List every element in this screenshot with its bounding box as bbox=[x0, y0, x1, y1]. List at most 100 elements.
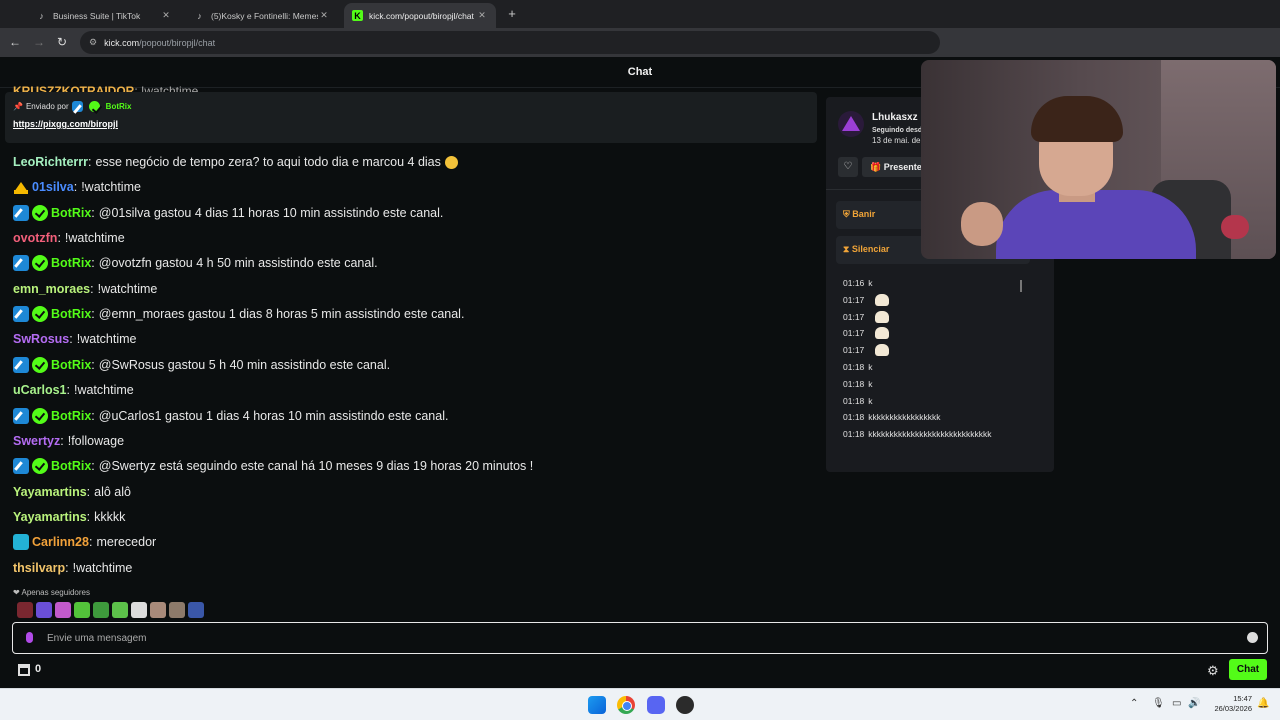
bot-badge-icon[interactable] bbox=[13, 255, 29, 272]
history-time: 01:17 bbox=[843, 294, 865, 305]
chat-username[interactable]: Yayamartins bbox=[13, 510, 87, 524]
history-text: k bbox=[868, 362, 873, 372]
chat-username[interactable]: BotRix bbox=[51, 307, 91, 321]
history-time: 01:18 bbox=[843, 378, 865, 389]
emote-icon[interactable] bbox=[131, 602, 147, 618]
chat-username[interactable]: BotRix bbox=[51, 206, 91, 220]
bot-badge-icon[interactable] bbox=[13, 306, 29, 323]
verified-badge-icon[interactable] bbox=[32, 356, 48, 373]
message-text: !watchtime bbox=[97, 281, 158, 296]
username-separator: : bbox=[86, 509, 91, 524]
chevron-up-icon[interactable]: ⌃ bbox=[1130, 698, 1138, 709]
timeout-label-text: Silenciar bbox=[851, 244, 890, 254]
history-line: 01:17 bbox=[843, 310, 890, 324]
bot-badge-icon[interactable] bbox=[13, 204, 29, 221]
pinned-by-label: Enviado por bbox=[25, 102, 69, 111]
chat-username[interactable]: ovotzfn bbox=[13, 231, 57, 245]
microphone-icon[interactable] bbox=[26, 632, 33, 643]
emote-icon[interactable] bbox=[169, 602, 185, 618]
history-line: 01:18 k bbox=[843, 360, 873, 374]
history-line: 01:18 k bbox=[843, 377, 873, 391]
chat-username[interactable]: Carlinn28 bbox=[32, 535, 89, 549]
obs-icon[interactable] bbox=[676, 696, 694, 714]
microphone-icon[interactable]: 🎙 bbox=[1152, 698, 1165, 709]
chat-username[interactable]: SwRosus bbox=[13, 332, 69, 346]
system-clock[interactable]: 15:47 26/03/2026 bbox=[1208, 694, 1252, 714]
tab-kick-chat[interactable]: K kick.com/popout/biropjl/chat ✕ bbox=[344, 3, 496, 28]
message-text: !watchtime bbox=[81, 180, 141, 195]
windows-start-icon[interactable] bbox=[588, 696, 606, 714]
chat-username[interactable]: BotRix bbox=[51, 409, 91, 423]
forward-button[interactable]: → bbox=[31, 34, 47, 50]
emote-icon[interactable] bbox=[188, 602, 204, 618]
tab-tiktok-business[interactable]: ♪ Business Suite | TikTok ✕ bbox=[28, 3, 180, 28]
message-input[interactable] bbox=[47, 629, 1227, 647]
follow-heart-button[interactable]: ♡ bbox=[838, 157, 858, 177]
pinned-by-user[interactable]: BotRix bbox=[106, 102, 132, 111]
emote-icon[interactable] bbox=[150, 602, 166, 618]
close-icon[interactable]: ✕ bbox=[476, 10, 488, 21]
tab-tiktok-memes[interactable]: ♪ (5)Kosky e Fontinelli: Memes e I ✕ bbox=[186, 3, 338, 28]
site-info-icon[interactable]: ⚙ bbox=[89, 37, 97, 48]
chat-username[interactable]: uCarlos1 bbox=[13, 383, 67, 397]
reload-button[interactable]: ↻ bbox=[54, 34, 70, 50]
verified-badge-icon[interactable] bbox=[32, 306, 48, 323]
verified-badge-icon[interactable] bbox=[32, 204, 48, 221]
network-icon[interactable]: ▭ bbox=[1172, 698, 1181, 709]
notification-bell-icon[interactable]: 🔔 bbox=[1257, 698, 1269, 709]
back-button[interactable]: ← bbox=[7, 34, 23, 50]
verified-badge-icon[interactable] bbox=[32, 255, 48, 272]
gear-icon[interactable]: ⚙ bbox=[1207, 663, 1219, 679]
chat-message: emn_moraes: !watchtime bbox=[13, 279, 157, 299]
tiktok-icon: ♪ bbox=[197, 10, 202, 21]
history-time: 01:17 bbox=[843, 328, 865, 339]
bot-badge-icon[interactable] bbox=[13, 356, 29, 373]
emote-icon[interactable] bbox=[74, 602, 90, 618]
followers-only-label: Apenas seguidores bbox=[21, 588, 90, 597]
message-input-box[interactable] bbox=[12, 622, 1268, 654]
chat-username[interactable]: BotRix bbox=[51, 256, 91, 270]
emote-icon[interactable] bbox=[93, 602, 109, 618]
bot-badge-icon[interactable] bbox=[13, 407, 29, 424]
verified-badge-icon[interactable] bbox=[32, 407, 48, 424]
chat-message: BotRix: @uCarlos1 gastou 1 dias 4 horas 1… bbox=[13, 406, 448, 426]
pinned-link[interactable]: https://pixgg.com/biropjl bbox=[13, 119, 118, 129]
emote-icon[interactable] bbox=[36, 602, 52, 618]
discord-icon[interactable] bbox=[647, 696, 665, 714]
new-tab-button[interactable]: + bbox=[504, 6, 520, 22]
hourglass-icon: ⧗ bbox=[843, 244, 850, 254]
chat-username[interactable]: BotRix bbox=[51, 358, 91, 372]
chat-username[interactable]: LeoRichterrr bbox=[13, 155, 88, 169]
sub-badge-icon[interactable] bbox=[13, 534, 29, 551]
tiktok-icon: ♪ bbox=[39, 10, 44, 21]
chat-username[interactable]: BotRix bbox=[51, 459, 91, 473]
chat-message: uCarlos1: !watchtime bbox=[13, 380, 134, 400]
username-separator: : bbox=[90, 281, 94, 296]
address-bar[interactable]: ⚙ kick.com/popout/biropjl/chat bbox=[80, 31, 940, 54]
crown-badge-icon[interactable] bbox=[13, 179, 29, 195]
mod-username[interactable]: Lhukasxz bbox=[872, 112, 918, 123]
chrome-icon[interactable] bbox=[617, 696, 635, 714]
verified-badge-icon[interactable] bbox=[32, 458, 48, 475]
emote-icon[interactable] bbox=[17, 602, 33, 618]
message-text: !watchtime bbox=[64, 231, 125, 246]
send-chat-button[interactable]: Chat bbox=[1229, 659, 1267, 680]
close-icon[interactable]: ✕ bbox=[160, 10, 172, 21]
scrollbar[interactable] bbox=[1020, 280, 1022, 292]
pinned-by: 📌 Enviado por BotRix bbox=[13, 101, 131, 112]
chat-username[interactable]: thsilvarp bbox=[13, 561, 65, 575]
close-icon[interactable]: ✕ bbox=[318, 10, 330, 21]
volume-icon[interactable]: 🔊 bbox=[1188, 698, 1200, 709]
bot-badge-icon[interactable] bbox=[13, 458, 29, 475]
tab-title: Business Suite | TikTok bbox=[53, 10, 141, 21]
emote-icon[interactable] bbox=[112, 602, 128, 618]
emote-icon[interactable] bbox=[55, 602, 71, 618]
message-text: !watchtime bbox=[76, 332, 137, 347]
chat-username[interactable]: emn_moraes bbox=[13, 282, 90, 296]
message-text: esse negócio de tempo zera? to aqui todo… bbox=[95, 155, 441, 169]
chat-username[interactable]: Yayamartins bbox=[13, 485, 87, 499]
chat-username[interactable]: 01silva bbox=[32, 180, 74, 194]
emoji-picker-icon[interactable] bbox=[1247, 632, 1258, 643]
store-icon[interactable] bbox=[18, 664, 30, 676]
chat-username[interactable]: Swertyz bbox=[13, 434, 60, 448]
